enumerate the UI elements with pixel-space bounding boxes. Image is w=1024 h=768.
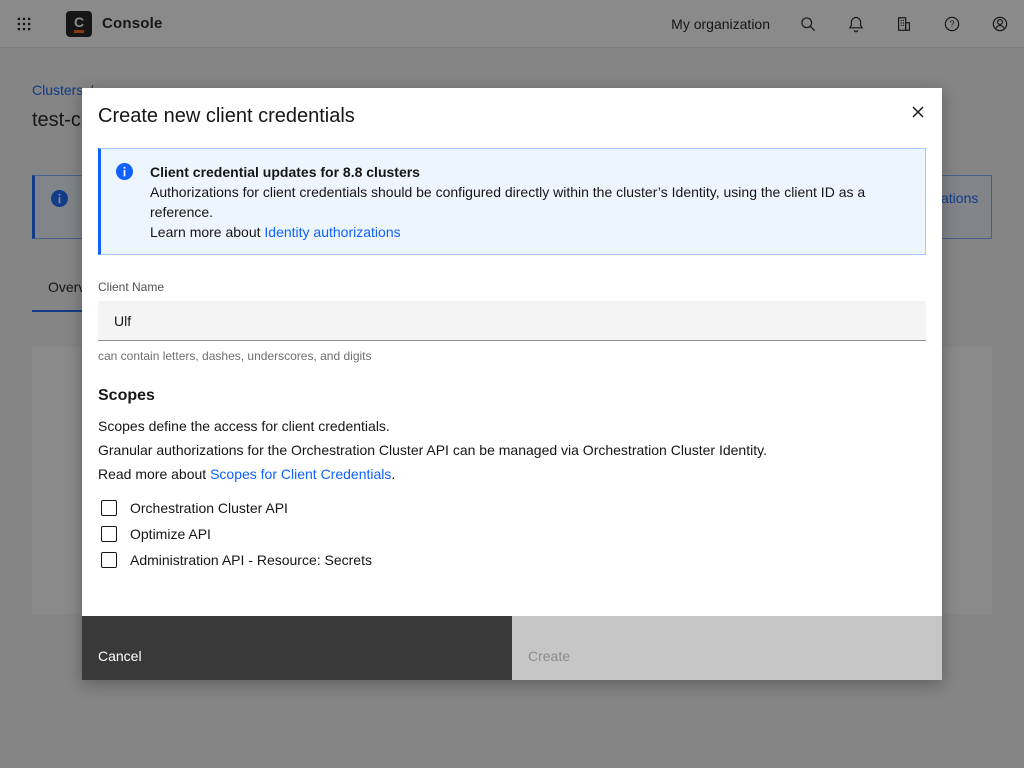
- scopes-for-client-credentials-link[interactable]: Scopes for Client Credentials: [210, 466, 391, 482]
- notification-title: Client credential updates for 8.8 cluste…: [150, 164, 420, 180]
- client-name-helper-text: can contain letters, dashes, underscores…: [98, 349, 372, 363]
- modal-footer: Cancel Create: [82, 616, 942, 680]
- scopes-description-1: Scopes define the access for client cred…: [98, 418, 390, 434]
- close-icon: [910, 104, 926, 120]
- checkbox-label: Administration API - Resource: Secrets: [130, 552, 372, 568]
- modal-title: Create new client credentials: [98, 105, 355, 127]
- scopes-heading: Scopes: [98, 387, 155, 404]
- checkbox-row-administration-api-secrets[interactable]: Administration API - Resource: Secrets: [98, 547, 372, 573]
- notification-text: Client credential updates for 8.8 cluste…: [150, 162, 910, 242]
- info-icon: [116, 163, 133, 180]
- create-client-credentials-modal: Create new client credentials Client cre…: [82, 88, 942, 680]
- checkbox-orchestration-cluster-api[interactable]: [101, 500, 117, 516]
- screen: C Console My organization: [0, 0, 1024, 768]
- client-name-input[interactable]: [98, 301, 926, 341]
- modal-close-button[interactable]: [894, 88, 942, 136]
- scopes-description-3: Read more about Scopes for Client Creden…: [98, 466, 396, 482]
- checkbox-optimize-api[interactable]: [101, 526, 117, 542]
- scopes-checkbox-group: Orchestration Cluster API Optimize API A…: [98, 495, 372, 573]
- checkbox-label: Optimize API: [130, 526, 211, 542]
- create-button[interactable]: Create: [512, 616, 942, 680]
- checkbox-label: Orchestration Cluster API: [130, 500, 288, 516]
- client-name-label: Client Name: [98, 280, 165, 294]
- notification-learn-more: Learn more about Identity authorizations: [150, 224, 401, 240]
- notification-body: Authorizations for client credentials sh…: [150, 184, 866, 220]
- identity-authorizations-link[interactable]: Identity authorizations: [264, 224, 400, 240]
- checkbox-row-optimize-api[interactable]: Optimize API: [98, 521, 372, 547]
- cancel-button[interactable]: Cancel: [82, 616, 512, 680]
- info-notification: Client credential updates for 8.8 cluste…: [98, 148, 926, 255]
- scopes-description-2: Granular authorizations for the Orchestr…: [98, 442, 767, 458]
- checkbox-administration-api-secrets[interactable]: [101, 552, 117, 568]
- checkbox-row-orchestration-cluster-api[interactable]: Orchestration Cluster API: [98, 495, 372, 521]
